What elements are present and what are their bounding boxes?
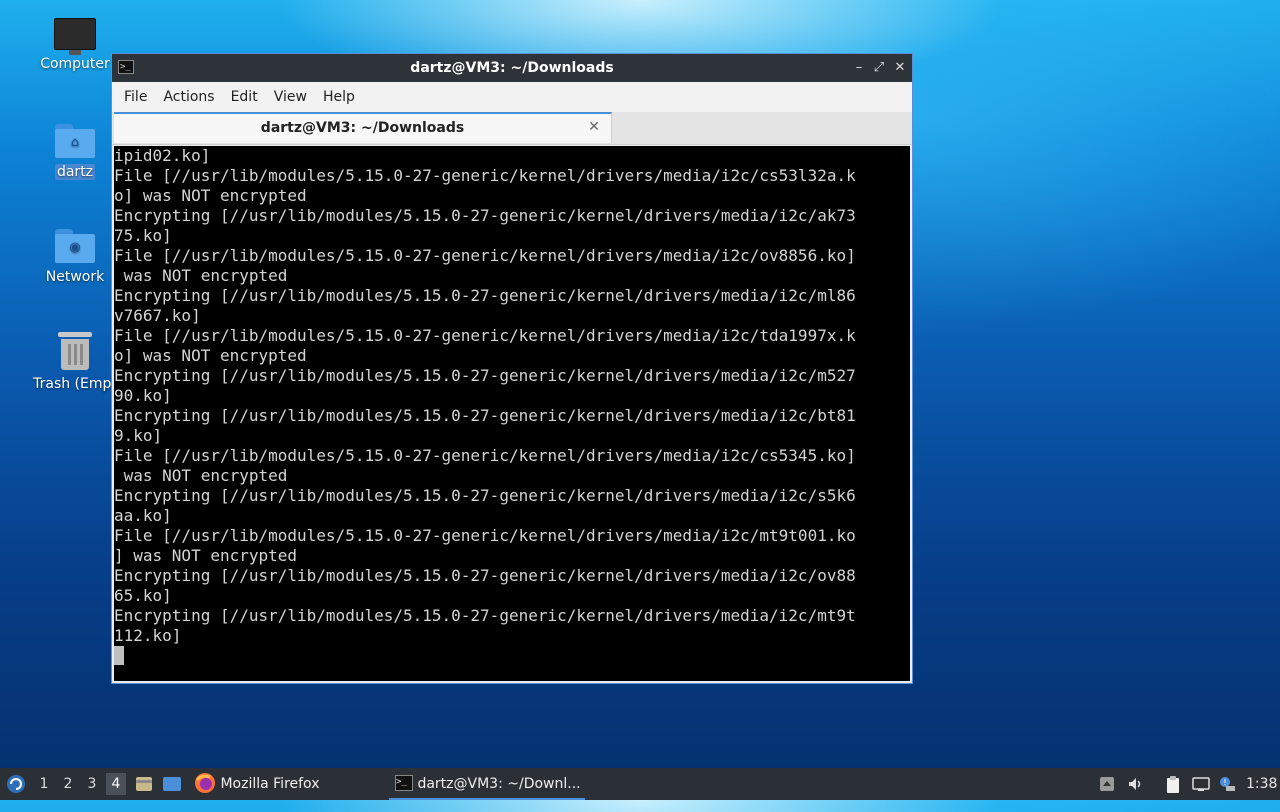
terminal-output[interactable]: ipid02.ko] File [//usr/lib/modules/5.15.0… [114, 146, 910, 681]
desktop-icon-trash[interactable]: Trash (Empt [30, 332, 120, 392]
tab-close-icon[interactable]: ✕ [585, 118, 603, 136]
terminal-line: aa.ko] [114, 506, 172, 525]
desktop-icon-network[interactable]: ◉ Network [30, 229, 120, 285]
terminal-line: o] was NOT encrypted [114, 186, 307, 205]
file-manager-icon[interactable] [134, 768, 154, 800]
terminal-icon: >_ [395, 774, 413, 791]
terminal-line: File [//usr/lib/modules/5.15.0-27-generi… [114, 446, 856, 465]
minimize-icon[interactable]: – [850, 59, 868, 77]
window-titlebar[interactable]: >_ dartz@VM3: ~/Downloads – ⤢ ✕ [112, 54, 912, 82]
workspace-2[interactable]: 2 [58, 773, 78, 795]
task-terminal[interactable]: >_ dartz@VM3: ~/Downl... [389, 768, 585, 800]
workspace-3[interactable]: 3 [82, 773, 102, 795]
terminal-window: >_ dartz@VM3: ~/Downloads – ⤢ ✕ File Act… [111, 53, 913, 684]
desktop-icon-label: dartz [54, 164, 96, 180]
menubar: File Actions Edit View Help [112, 82, 912, 112]
svg-text:!: ! [1223, 778, 1226, 787]
task-label: Mozilla Firefox [220, 776, 320, 792]
terminal-line: Encrypting [//usr/lib/modules/5.15.0-27-… [114, 206, 856, 225]
taskbar: 1 2 3 4 Mozilla Firefox >_ dartz@VM3: ~/… [0, 768, 1280, 800]
trash-icon [58, 332, 92, 370]
terminal-line: Encrypting [//usr/lib/modules/5.15.0-27-… [114, 406, 856, 425]
maximize-icon[interactable]: ⤢ [870, 59, 888, 77]
terminal-line: 9.ko] [114, 426, 163, 445]
network-icon[interactable] [1192, 776, 1210, 792]
terminal-line: 90.ko] [114, 386, 172, 405]
clipboard-icon[interactable] [1165, 776, 1181, 793]
menu-edit[interactable]: Edit [223, 82, 266, 112]
home-folder-icon: ⌂ [55, 124, 95, 158]
task-firefox[interactable]: Mozilla Firefox [194, 768, 374, 800]
terminal-line: 112.ko] [114, 626, 182, 645]
desktop-icon-home[interactable]: ⌂ dartz [30, 124, 120, 180]
terminal-line: o] was NOT encrypted [114, 346, 307, 365]
terminal-line: File [//usr/lib/modules/5.15.0-27-generi… [114, 326, 856, 345]
terminal-line: Encrypting [//usr/lib/modules/5.15.0-27-… [114, 606, 856, 625]
network-folder-icon: ◉ [55, 229, 95, 263]
terminal-line: 75.ko] [114, 226, 172, 245]
desktop-icon-label: Network [45, 269, 105, 285]
tab-terminal[interactable]: dartz@VM3: ~/Downloads ✕ [114, 112, 612, 143]
updates-icon[interactable] [1099, 776, 1115, 792]
terminal-line: Encrypting [//usr/lib/modules/5.15.0-27-… [114, 286, 856, 305]
tab-bar: dartz@VM3: ~/Downloads ✕ [112, 112, 912, 145]
window-title: dartz@VM3: ~/Downloads [410, 60, 614, 76]
workspace-1[interactable]: 1 [34, 773, 54, 795]
clock[interactable]: 1:38 [1246, 768, 1277, 800]
tab-title: dartz@VM3: ~/Downloads [260, 120, 465, 136]
show-desktop-icon[interactable] [162, 768, 182, 800]
terminal-line: Encrypting [//usr/lib/modules/5.15.0-27-… [114, 366, 856, 385]
app-menu-icon[interactable] [5, 768, 27, 800]
volume-icon[interactable] [1127, 776, 1143, 792]
desktop-icon-computer[interactable]: Computer [30, 18, 120, 72]
terminal-line: was NOT encrypted [114, 466, 288, 485]
terminal-line: File [//usr/lib/modules/5.15.0-27-generi… [114, 246, 856, 265]
firefox-icon [195, 772, 215, 793]
terminal-line: ipid02.ko] [114, 146, 211, 165]
terminal-line: ] was NOT encrypted [114, 546, 298, 565]
menu-file[interactable]: File [116, 82, 155, 112]
terminal-line: v7667.ko] [114, 306, 201, 325]
terminal-line: File [//usr/lib/modules/5.15.0-27-generi… [114, 166, 856, 185]
terminal-line: was NOT encrypted [114, 266, 288, 285]
notification-icon[interactable]: ! [1218, 776, 1235, 792]
terminal-cursor [114, 646, 124, 665]
desktop-icon-label: Trash (Empt [33, 376, 117, 392]
terminal-line: Encrypting [//usr/lib/modules/5.15.0-27-… [114, 486, 856, 505]
terminal-line: 65.ko] [114, 586, 172, 605]
terminal-line: Encrypting [//usr/lib/modules/5.15.0-27-… [114, 566, 856, 585]
close-icon[interactable]: ✕ [891, 59, 909, 77]
workspace-4[interactable]: 4 [106, 773, 126, 795]
menu-actions[interactable]: Actions [155, 82, 222, 112]
computer-icon [54, 18, 96, 55]
terminal-line: File [//usr/lib/modules/5.15.0-27-generi… [114, 526, 856, 545]
task-label: dartz@VM3: ~/Downl... [417, 776, 581, 792]
menu-help[interactable]: Help [315, 82, 363, 112]
desktop-icon-label: Computer [40, 56, 110, 72]
menu-view[interactable]: View [266, 82, 315, 112]
